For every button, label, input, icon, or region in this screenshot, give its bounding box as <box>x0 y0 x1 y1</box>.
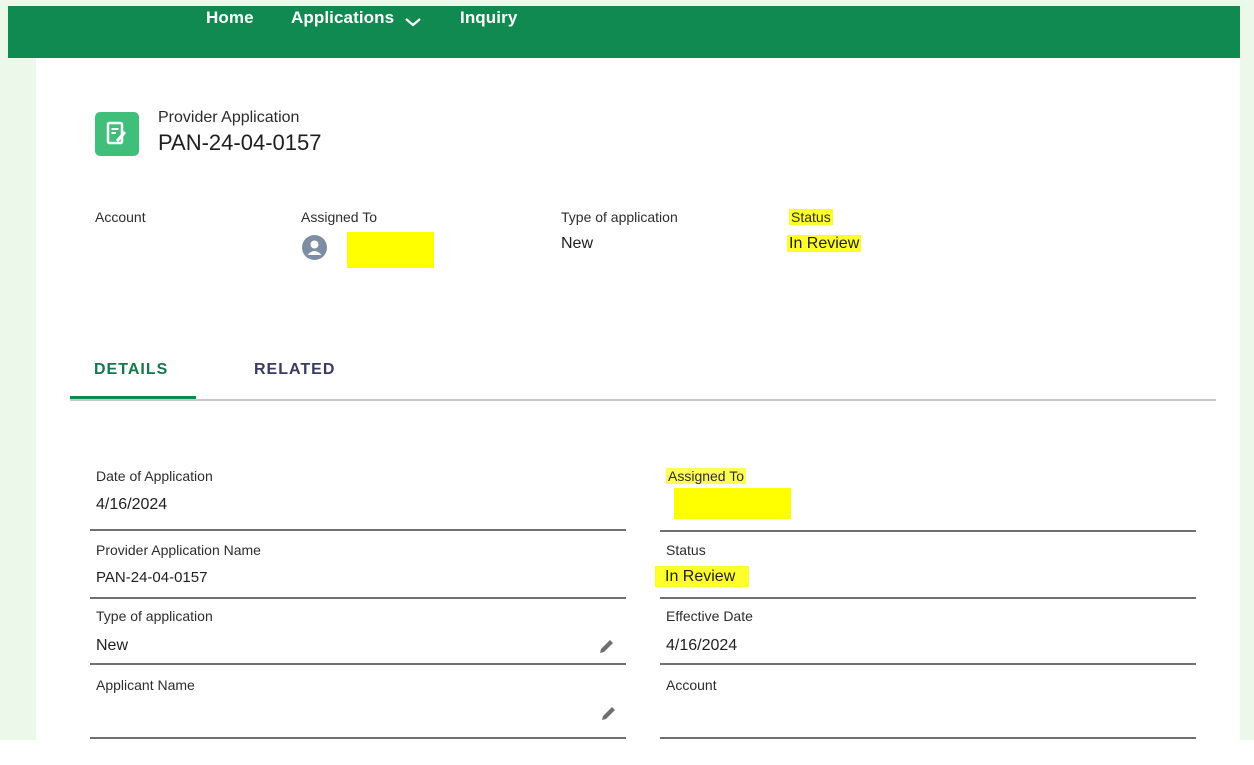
highlight-status-label: Status <box>789 209 833 225</box>
tab-details[interactable]: DETAILS <box>94 361 168 379</box>
redacted-assigned-to-field <box>674 488 791 519</box>
field-divider <box>660 737 1196 739</box>
provider-application-icon <box>95 112 139 156</box>
tabs-divider <box>70 399 1216 401</box>
field-value-status: In Review <box>655 566 750 587</box>
field-divider <box>660 597 1196 599</box>
page-title: PAN-24-04-0157 <box>158 130 322 155</box>
field-divider <box>90 663 626 665</box>
field-label-account: Account <box>666 677 717 693</box>
assigned-to-label-text: Assigned To <box>666 468 747 484</box>
status-label-text: Status <box>789 209 833 225</box>
field-divider <box>90 597 626 599</box>
field-divider <box>660 530 1196 532</box>
field-label-assigned-to: Assigned To <box>666 468 747 484</box>
highlight-assigned-to-label: Assigned To <box>301 209 378 225</box>
field-label-applicant-name: Applicant Name <box>96 677 195 693</box>
field-label-date-of-application: Date of Application <box>96 468 213 484</box>
nav-home[interactable]: Home <box>206 8 254 28</box>
highlight-type-value: New <box>561 235 594 252</box>
field-value-provider-application-name: PAN-24-04-0157 <box>96 569 208 586</box>
page-right-margin <box>1240 0 1254 740</box>
edit-pencil-icon[interactable] <box>597 636 617 656</box>
page-bottom-strip <box>0 740 1254 765</box>
page-left-margin <box>0 0 36 740</box>
user-avatar-icon <box>302 235 327 260</box>
field-value-type-of-application: New <box>96 637 129 654</box>
field-label-provider-application-name: Provider Application Name <box>96 542 261 558</box>
record-card <box>36 70 1240 740</box>
highlight-type-label: Type of application <box>561 209 678 225</box>
nav-applications[interactable]: Applications <box>291 8 394 28</box>
field-label-status: Status <box>666 542 706 558</box>
status-value-text: In Review <box>787 235 862 252</box>
highlight-account-label: Account <box>95 209 146 225</box>
top-nav-bar: Home Applications Inquiry <box>8 6 1240 58</box>
field-value-date-of-application: 4/16/2024 <box>96 496 168 513</box>
highlight-status-value: In Review <box>787 235 862 253</box>
nav-inquiry[interactable]: Inquiry <box>460 8 517 28</box>
redacted-assigned-to-value <box>347 232 434 268</box>
field-divider <box>660 663 1196 665</box>
field-value-effective-date: 4/16/2024 <box>666 637 738 654</box>
status-value-highlight: In Review <box>655 566 750 587</box>
edit-pencil-icon[interactable] <box>599 703 619 723</box>
tab-related[interactable]: RELATED <box>254 361 335 379</box>
field-label-type-of-application: Type of application <box>96 608 213 624</box>
field-label-effective-date: Effective Date <box>666 608 753 624</box>
object-type-label: Provider Application <box>158 109 300 126</box>
field-divider <box>90 737 626 739</box>
chevron-down-icon[interactable] <box>404 16 422 28</box>
field-divider <box>90 529 626 531</box>
